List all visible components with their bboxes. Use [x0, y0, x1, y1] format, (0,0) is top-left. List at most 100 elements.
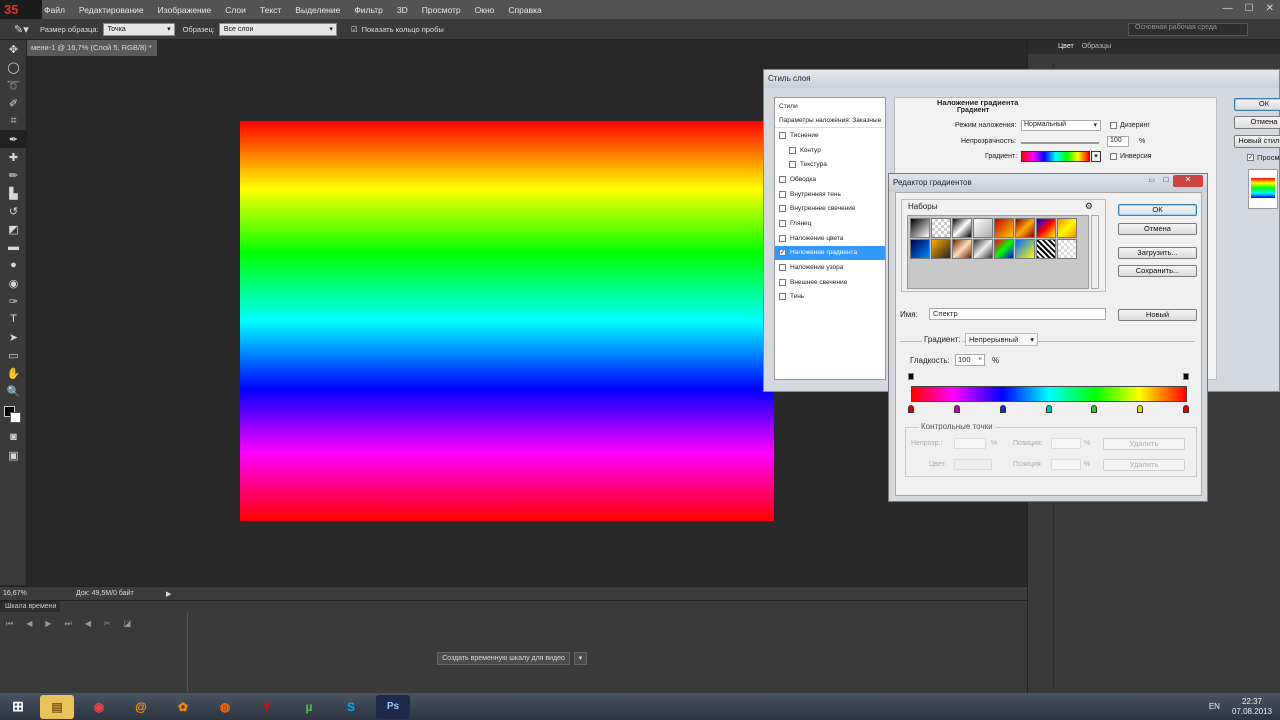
maximize-icon[interactable]: ☐	[1245, 3, 1254, 14]
checkbox-checked[interactable]: ✓	[779, 249, 786, 257]
brush-tool-icon[interactable]: ✏	[0, 166, 27, 184]
eraser-tool-icon[interactable]: ◩	[0, 220, 27, 238]
tab-color[interactable]: Цвет	[1058, 40, 1074, 54]
checkbox[interactable]	[779, 190, 786, 198]
maximize-icon[interactable]: ☐	[1163, 176, 1169, 184]
opacity-stop-right[interactable]	[1183, 373, 1189, 380]
prev-frame-icon[interactable]: ◀	[26, 619, 32, 629]
invert-checkbox[interactable]	[1110, 153, 1117, 160]
color-stop[interactable]	[1045, 405, 1052, 413]
pen-tool-icon[interactable]: ✑	[0, 292, 27, 310]
gradient-preview[interactable]	[1021, 151, 1090, 162]
name-input[interactable]: Спектр	[929, 308, 1106, 320]
skype-icon[interactable]: S	[334, 695, 368, 719]
zoom-tool-icon[interactable]: 🔍	[0, 382, 27, 400]
blend-mode-select[interactable]: Нормальный ▾	[1021, 120, 1101, 131]
preset-swatch[interactable]	[910, 218, 930, 238]
photoshop-icon[interactable]: Ps	[376, 694, 410, 719]
create-timeline-button[interactable]: Создать временную шкалу для видео	[437, 652, 570, 665]
preset-swatch[interactable]	[994, 239, 1014, 259]
menu-view[interactable]: Просмотр	[415, 5, 468, 15]
menu-layers[interactable]: Слои	[218, 5, 253, 15]
next-frame-icon[interactable]: ⏭	[65, 619, 72, 629]
show-ring-checkbox[interactable]: ☑	[351, 25, 358, 34]
preset-swatch[interactable]	[1057, 239, 1077, 259]
menu-edit[interactable]: Редактирование	[72, 5, 151, 15]
cancel-button[interactable]: Отмена	[1234, 116, 1280, 129]
explorer-icon[interactable]: ▤	[40, 694, 74, 719]
play-icon[interactable]: ▶	[45, 619, 51, 629]
healing-tool-icon[interactable]: ✚	[0, 148, 27, 166]
chevron-down-icon[interactable]: ▾	[574, 652, 587, 665]
checkbox[interactable]	[779, 264, 786, 272]
list-item[interactable]: Внутренняя тень	[775, 187, 885, 202]
gradient-bar[interactable]	[911, 386, 1187, 402]
gradient-tool-icon[interactable]: ▬	[0, 238, 27, 256]
checkbox[interactable]	[779, 219, 786, 227]
yandex-icon[interactable]: Y	[250, 695, 284, 719]
workspace-select[interactable]: Основная рабочая среда	[1128, 23, 1248, 36]
menu-3d[interactable]: 3D	[390, 5, 415, 15]
list-item[interactable]: Наложение цвета	[775, 231, 885, 246]
color-stop[interactable]	[1091, 405, 1098, 413]
checkbox[interactable]	[789, 146, 796, 154]
dodge-tool-icon[interactable]: ◉	[0, 274, 27, 292]
canvas-image[interactable]	[240, 121, 774, 521]
opacity-stop-left[interactable]	[908, 373, 914, 380]
menu-image[interactable]: Изображение	[151, 5, 219, 15]
shape-tool-icon[interactable]: ▭	[0, 346, 27, 364]
mute-icon[interactable]: ◀	[85, 619, 91, 629]
checkbox[interactable]	[789, 161, 796, 169]
list-item[interactable]: Контур	[775, 143, 885, 158]
first-frame-icon[interactable]: ⏮	[6, 619, 13, 629]
list-item[interactable]: Тень	[775, 290, 885, 305]
presets-scrollbar[interactable]	[1091, 215, 1099, 289]
new-button[interactable]: Новый	[1118, 309, 1197, 321]
checkbox[interactable]	[779, 278, 786, 286]
smoothness-field[interactable]: 100 ▸	[955, 354, 985, 366]
color-stop[interactable]	[953, 405, 960, 413]
screen-mode-icon[interactable]: ▣	[0, 446, 27, 464]
chrome-icon[interactable]: ◉	[82, 695, 116, 719]
menu-text[interactable]: Текст	[253, 5, 288, 15]
checkbox[interactable]	[779, 205, 786, 213]
menu-file[interactable]: Файл	[42, 5, 72, 15]
quick-select-tool-icon[interactable]: ✐	[0, 94, 27, 112]
checkbox[interactable]	[779, 131, 786, 139]
move-tool-icon[interactable]: ✥	[0, 40, 27, 58]
sample-size-select[interactable]: Точка	[102, 22, 175, 36]
list-item[interactable]: Тиснение	[775, 128, 885, 143]
ok-button[interactable]: ОК	[1118, 204, 1197, 216]
start-button-icon[interactable]: ⊞	[0, 695, 36, 719]
load-button[interactable]: Загрузить...	[1118, 247, 1197, 259]
close-icon[interactable]: ✕	[1266, 3, 1274, 14]
sample-select[interactable]: Все слои	[218, 22, 337, 36]
transition-icon[interactable]: ◪	[124, 619, 132, 629]
quick-mask-icon[interactable]: ◙	[0, 428, 27, 446]
preset-swatch[interactable]	[973, 239, 993, 259]
menu-help[interactable]: Справка	[501, 5, 548, 15]
menu-select[interactable]: Выделение	[288, 5, 347, 15]
timeline-title[interactable]: Шкала времени	[0, 601, 60, 612]
preview-checkbox[interactable]: ✓	[1247, 154, 1254, 161]
list-item[interactable]: Стили	[775, 98, 885, 114]
close-icon[interactable]: ✕	[1173, 175, 1203, 187]
clock[interactable]: 22:37 07.08.2013	[1232, 697, 1272, 717]
list-item[interactable]: Обводка	[775, 172, 885, 187]
marquee-tool-icon[interactable]: ◯	[0, 58, 27, 76]
color-stop[interactable]	[1137, 405, 1144, 413]
color-stop[interactable]	[1183, 405, 1189, 413]
preset-swatch[interactable]	[1015, 218, 1035, 238]
preset-swatch[interactable]	[1036, 218, 1056, 238]
preset-swatch[interactable]	[1015, 239, 1035, 259]
firefox-icon[interactable]: ◍	[208, 695, 242, 719]
checkbox[interactable]	[779, 234, 786, 242]
zoom-level[interactable]: 16,67%	[0, 590, 40, 597]
history-brush-icon[interactable]: ↺	[0, 202, 27, 220]
list-item-selected[interactable]: ✓ Наложение градиента	[775, 245, 885, 261]
odnoklassniki-icon[interactable]: ✿	[166, 695, 200, 719]
preset-swatch[interactable]	[931, 218, 951, 238]
minimize-icon[interactable]: —	[1223, 3, 1233, 14]
cancel-button[interactable]: Отмена	[1118, 223, 1197, 235]
stamp-tool-icon[interactable]: ▙	[0, 184, 27, 202]
